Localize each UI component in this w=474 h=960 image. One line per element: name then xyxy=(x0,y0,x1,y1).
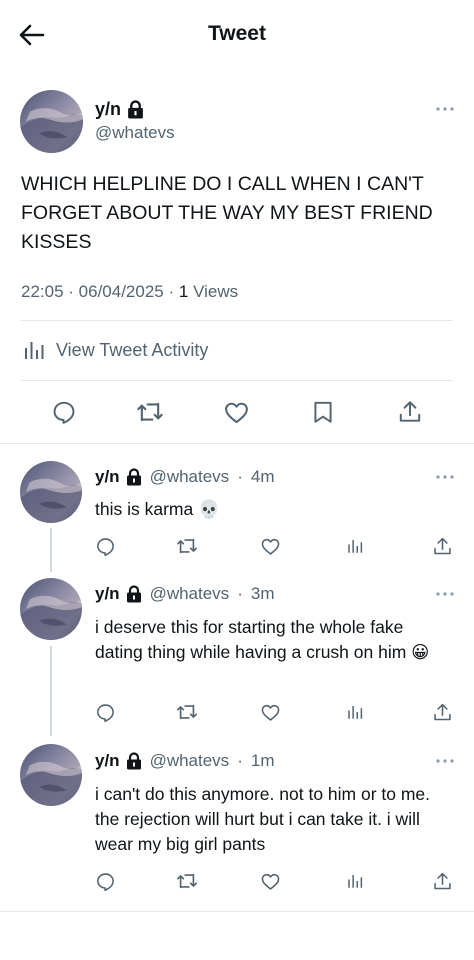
author-display-name: y/n xyxy=(95,751,120,770)
reply-icon xyxy=(95,702,116,723)
page-title: Tweet xyxy=(208,22,266,45)
reply-author[interactable]: y/n @whatevs · 4m xyxy=(95,467,274,487)
divider xyxy=(21,380,453,381)
views-label: Views xyxy=(193,282,239,301)
divider xyxy=(21,320,453,321)
more-options-button[interactable] xyxy=(435,589,455,599)
lock-icon xyxy=(126,752,142,770)
like-button[interactable] xyxy=(259,535,281,557)
more-dots-icon xyxy=(435,106,455,112)
more-dots-icon xyxy=(435,474,455,480)
tweet-time: 22:05 xyxy=(21,282,64,301)
heart-icon xyxy=(260,536,281,557)
meta-separator: · xyxy=(237,751,243,770)
reply-age: 1m xyxy=(250,751,275,770)
stats-icon xyxy=(22,338,46,362)
retweet-icon xyxy=(176,870,198,892)
retweet-icon xyxy=(136,398,164,426)
share-icon xyxy=(432,702,453,723)
views-button[interactable] xyxy=(344,535,366,557)
meta-separator: · xyxy=(168,282,179,301)
activity-label: View Tweet Activity xyxy=(56,339,209,360)
retweet-button[interactable] xyxy=(176,535,198,557)
author-display-name: y/n xyxy=(95,467,120,486)
avatar[interactable] xyxy=(20,461,82,523)
share-icon xyxy=(432,871,453,892)
reply-text: this is karma 💀 xyxy=(95,499,220,519)
share-icon xyxy=(397,399,423,425)
reply-age: 4m xyxy=(250,467,275,486)
divider xyxy=(0,443,474,444)
retweet-icon xyxy=(176,535,198,557)
meta-separator: · xyxy=(68,282,79,301)
lock-icon xyxy=(126,468,142,486)
reply-icon xyxy=(95,871,116,892)
like-button[interactable] xyxy=(222,398,250,426)
reply-text: i can't do this anymore. not to him or t… xyxy=(95,784,431,854)
tweet-text: WHICH HELPLINE DO I CALL WHEN I CAN'T FO… xyxy=(21,173,433,253)
more-options-button[interactable] xyxy=(435,104,455,114)
bookmark-button[interactable] xyxy=(309,398,337,426)
reply-button[interactable] xyxy=(50,398,78,426)
like-button[interactable] xyxy=(259,701,281,723)
retweet-button[interactable] xyxy=(176,870,198,892)
like-button[interactable] xyxy=(259,870,281,892)
tweet-date: 06/04/2025 xyxy=(78,282,164,301)
stats-icon xyxy=(346,703,364,721)
meta-separator: · xyxy=(237,467,243,486)
reply-age: 3m xyxy=(250,584,275,603)
author-handle: @whatevs xyxy=(149,751,230,770)
more-dots-icon xyxy=(435,591,455,597)
stats-icon xyxy=(346,537,364,555)
thread-connector xyxy=(50,528,52,572)
author-handle[interactable]: @whatevs xyxy=(95,123,175,143)
heart-icon xyxy=(260,871,281,892)
retweet-button[interactable] xyxy=(176,701,198,723)
share-button[interactable] xyxy=(431,701,453,723)
author-handle: @whatevs xyxy=(149,467,230,486)
reply-text: i deserve this for starting the whole fa… xyxy=(95,617,430,662)
tweet-actions xyxy=(0,396,474,426)
reply-author[interactable]: y/n @whatevs · 3m xyxy=(95,584,274,604)
tweet-meta: 22:05 · 06/04/2025 · 1 Views xyxy=(21,282,238,302)
thread-connector xyxy=(50,646,52,736)
reply-icon xyxy=(51,399,77,425)
share-button[interactable] xyxy=(431,870,453,892)
lock-icon xyxy=(127,100,144,119)
reply-button[interactable] xyxy=(94,870,116,892)
reply-button[interactable] xyxy=(94,535,116,557)
bookmark-icon xyxy=(310,399,336,425)
heart-icon xyxy=(260,702,281,723)
more-options-button[interactable] xyxy=(435,756,455,766)
more-options-button[interactable] xyxy=(435,472,455,482)
more-dots-icon xyxy=(435,758,455,764)
author-display-name: y/n xyxy=(95,99,122,119)
share-icon xyxy=(432,536,453,557)
reply-author[interactable]: y/n @whatevs · 1m xyxy=(95,751,274,771)
views-button[interactable] xyxy=(344,870,366,892)
share-button[interactable] xyxy=(396,398,424,426)
retweet-button[interactable] xyxy=(136,398,164,426)
share-button[interactable] xyxy=(431,535,453,557)
avatar[interactable] xyxy=(20,744,82,806)
author-handle: @whatevs xyxy=(149,584,230,603)
views-count: 1 xyxy=(178,282,189,301)
avatar[interactable] xyxy=(20,578,82,640)
views-button[interactable] xyxy=(344,701,366,723)
retweet-icon xyxy=(176,701,198,723)
heart-icon xyxy=(223,399,250,426)
divider xyxy=(0,911,474,912)
reply-button[interactable] xyxy=(94,701,116,723)
avatar[interactable] xyxy=(20,90,83,153)
view-tweet-activity-button[interactable]: View Tweet Activity xyxy=(22,338,208,362)
stats-icon xyxy=(346,872,364,890)
author-display-name: y/n xyxy=(95,584,120,603)
meta-separator: · xyxy=(237,584,243,603)
author-name[interactable]: y/n xyxy=(95,99,144,120)
lock-icon xyxy=(126,585,142,603)
top-bar: Tweet xyxy=(0,0,474,70)
reply-icon xyxy=(95,536,116,557)
